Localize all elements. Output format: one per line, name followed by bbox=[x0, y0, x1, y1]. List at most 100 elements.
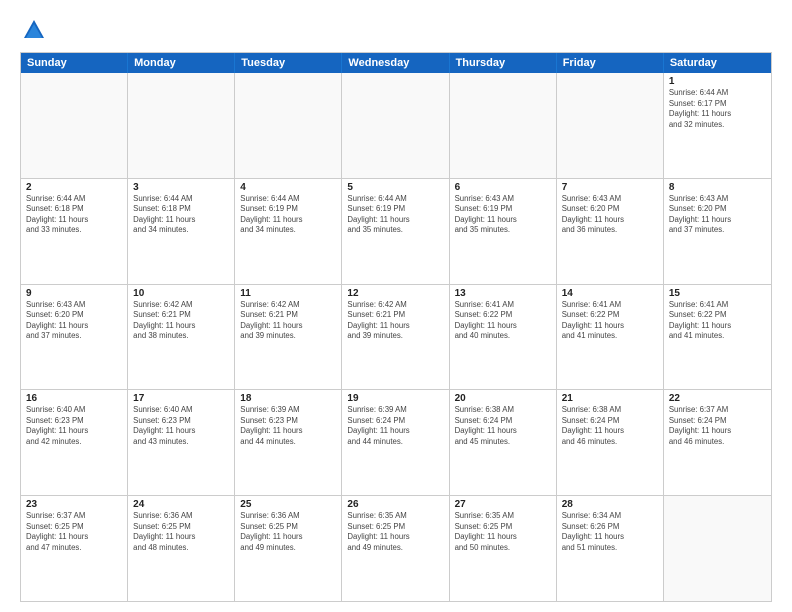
day-number-8: 8 bbox=[669, 182, 766, 193]
day-cell-27: 27Sunrise: 6:35 AM Sunset: 6:25 PM Dayli… bbox=[450, 496, 557, 601]
day-cell-7: 7Sunrise: 6:43 AM Sunset: 6:20 PM Daylig… bbox=[557, 179, 664, 284]
day-cell-5: 5Sunrise: 6:44 AM Sunset: 6:19 PM Daylig… bbox=[342, 179, 449, 284]
day-cell-26: 26Sunrise: 6:35 AM Sunset: 6:25 PM Dayli… bbox=[342, 496, 449, 601]
calendar-body: 1Sunrise: 6:44 AM Sunset: 6:17 PM Daylig… bbox=[21, 73, 771, 601]
day-number-7: 7 bbox=[562, 182, 658, 193]
day-number-14: 14 bbox=[562, 288, 658, 299]
day-info-19: Sunrise: 6:39 AM Sunset: 6:24 PM Dayligh… bbox=[347, 405, 443, 447]
day-number-12: 12 bbox=[347, 288, 443, 299]
day-number-24: 24 bbox=[133, 499, 229, 510]
day-number-10: 10 bbox=[133, 288, 229, 299]
day-cell-3: 3Sunrise: 6:44 AM Sunset: 6:18 PM Daylig… bbox=[128, 179, 235, 284]
day-number-15: 15 bbox=[669, 288, 766, 299]
day-info-12: Sunrise: 6:42 AM Sunset: 6:21 PM Dayligh… bbox=[347, 300, 443, 342]
logo-icon bbox=[20, 16, 48, 44]
day-cell-8: 8Sunrise: 6:43 AM Sunset: 6:20 PM Daylig… bbox=[664, 179, 771, 284]
day-number-19: 19 bbox=[347, 393, 443, 404]
day-info-2: Sunrise: 6:44 AM Sunset: 6:18 PM Dayligh… bbox=[26, 194, 122, 236]
day-cell-15: 15Sunrise: 6:41 AM Sunset: 6:22 PM Dayli… bbox=[664, 285, 771, 390]
header bbox=[20, 16, 772, 44]
day-info-4: Sunrise: 6:44 AM Sunset: 6:19 PM Dayligh… bbox=[240, 194, 336, 236]
day-info-1: Sunrise: 6:44 AM Sunset: 6:17 PM Dayligh… bbox=[669, 88, 766, 130]
day-info-5: Sunrise: 6:44 AM Sunset: 6:19 PM Dayligh… bbox=[347, 194, 443, 236]
day-number-3: 3 bbox=[133, 182, 229, 193]
day-info-28: Sunrise: 6:34 AM Sunset: 6:26 PM Dayligh… bbox=[562, 511, 658, 553]
day-info-7: Sunrise: 6:43 AM Sunset: 6:20 PM Dayligh… bbox=[562, 194, 658, 236]
calendar: SundayMondayTuesdayWednesdayThursdayFrid… bbox=[20, 52, 772, 602]
day-cell-28: 28Sunrise: 6:34 AM Sunset: 6:26 PM Dayli… bbox=[557, 496, 664, 601]
empty-cell-0-1 bbox=[128, 73, 235, 178]
header-cell-friday: Friday bbox=[557, 53, 664, 73]
day-info-16: Sunrise: 6:40 AM Sunset: 6:23 PM Dayligh… bbox=[26, 405, 122, 447]
day-number-17: 17 bbox=[133, 393, 229, 404]
header-cell-sunday: Sunday bbox=[21, 53, 128, 73]
day-number-25: 25 bbox=[240, 499, 336, 510]
day-cell-11: 11Sunrise: 6:42 AM Sunset: 6:21 PM Dayli… bbox=[235, 285, 342, 390]
day-info-6: Sunrise: 6:43 AM Sunset: 6:19 PM Dayligh… bbox=[455, 194, 551, 236]
day-number-11: 11 bbox=[240, 288, 336, 299]
day-cell-19: 19Sunrise: 6:39 AM Sunset: 6:24 PM Dayli… bbox=[342, 390, 449, 495]
day-number-5: 5 bbox=[347, 182, 443, 193]
header-cell-saturday: Saturday bbox=[664, 53, 771, 73]
day-info-22: Sunrise: 6:37 AM Sunset: 6:24 PM Dayligh… bbox=[669, 405, 766, 447]
logo bbox=[20, 16, 52, 44]
day-number-20: 20 bbox=[455, 393, 551, 404]
day-cell-20: 20Sunrise: 6:38 AM Sunset: 6:24 PM Dayli… bbox=[450, 390, 557, 495]
day-cell-25: 25Sunrise: 6:36 AM Sunset: 6:25 PM Dayli… bbox=[235, 496, 342, 601]
day-cell-22: 22Sunrise: 6:37 AM Sunset: 6:24 PM Dayli… bbox=[664, 390, 771, 495]
day-cell-1: 1Sunrise: 6:44 AM Sunset: 6:17 PM Daylig… bbox=[664, 73, 771, 178]
empty-cell-4-6 bbox=[664, 496, 771, 601]
day-number-23: 23 bbox=[26, 499, 122, 510]
empty-cell-0-3 bbox=[342, 73, 449, 178]
day-number-4: 4 bbox=[240, 182, 336, 193]
day-number-13: 13 bbox=[455, 288, 551, 299]
day-number-21: 21 bbox=[562, 393, 658, 404]
day-info-3: Sunrise: 6:44 AM Sunset: 6:18 PM Dayligh… bbox=[133, 194, 229, 236]
day-cell-18: 18Sunrise: 6:39 AM Sunset: 6:23 PM Dayli… bbox=[235, 390, 342, 495]
day-number-27: 27 bbox=[455, 499, 551, 510]
day-info-27: Sunrise: 6:35 AM Sunset: 6:25 PM Dayligh… bbox=[455, 511, 551, 553]
day-info-24: Sunrise: 6:36 AM Sunset: 6:25 PM Dayligh… bbox=[133, 511, 229, 553]
day-cell-13: 13Sunrise: 6:41 AM Sunset: 6:22 PM Dayli… bbox=[450, 285, 557, 390]
calendar-row-2: 9Sunrise: 6:43 AM Sunset: 6:20 PM Daylig… bbox=[21, 284, 771, 390]
calendar-row-1: 2Sunrise: 6:44 AM Sunset: 6:18 PM Daylig… bbox=[21, 178, 771, 284]
day-number-6: 6 bbox=[455, 182, 551, 193]
day-info-10: Sunrise: 6:42 AM Sunset: 6:21 PM Dayligh… bbox=[133, 300, 229, 342]
day-number-16: 16 bbox=[26, 393, 122, 404]
day-cell-23: 23Sunrise: 6:37 AM Sunset: 6:25 PM Dayli… bbox=[21, 496, 128, 601]
page: SundayMondayTuesdayWednesdayThursdayFrid… bbox=[0, 0, 792, 612]
day-number-28: 28 bbox=[562, 499, 658, 510]
day-cell-14: 14Sunrise: 6:41 AM Sunset: 6:22 PM Dayli… bbox=[557, 285, 664, 390]
day-cell-6: 6Sunrise: 6:43 AM Sunset: 6:19 PM Daylig… bbox=[450, 179, 557, 284]
day-info-11: Sunrise: 6:42 AM Sunset: 6:21 PM Dayligh… bbox=[240, 300, 336, 342]
day-cell-4: 4Sunrise: 6:44 AM Sunset: 6:19 PM Daylig… bbox=[235, 179, 342, 284]
day-info-14: Sunrise: 6:41 AM Sunset: 6:22 PM Dayligh… bbox=[562, 300, 658, 342]
day-cell-10: 10Sunrise: 6:42 AM Sunset: 6:21 PM Dayli… bbox=[128, 285, 235, 390]
calendar-row-3: 16Sunrise: 6:40 AM Sunset: 6:23 PM Dayli… bbox=[21, 389, 771, 495]
day-number-18: 18 bbox=[240, 393, 336, 404]
calendar-header-row: SundayMondayTuesdayWednesdayThursdayFrid… bbox=[21, 53, 771, 73]
day-cell-21: 21Sunrise: 6:38 AM Sunset: 6:24 PM Dayli… bbox=[557, 390, 664, 495]
day-info-15: Sunrise: 6:41 AM Sunset: 6:22 PM Dayligh… bbox=[669, 300, 766, 342]
day-info-20: Sunrise: 6:38 AM Sunset: 6:24 PM Dayligh… bbox=[455, 405, 551, 447]
day-cell-2: 2Sunrise: 6:44 AM Sunset: 6:18 PM Daylig… bbox=[21, 179, 128, 284]
empty-cell-0-4 bbox=[450, 73, 557, 178]
day-info-9: Sunrise: 6:43 AM Sunset: 6:20 PM Dayligh… bbox=[26, 300, 122, 342]
day-info-21: Sunrise: 6:38 AM Sunset: 6:24 PM Dayligh… bbox=[562, 405, 658, 447]
day-info-13: Sunrise: 6:41 AM Sunset: 6:22 PM Dayligh… bbox=[455, 300, 551, 342]
header-cell-monday: Monday bbox=[128, 53, 235, 73]
calendar-row-4: 23Sunrise: 6:37 AM Sunset: 6:25 PM Dayli… bbox=[21, 495, 771, 601]
header-cell-wednesday: Wednesday bbox=[342, 53, 449, 73]
day-cell-24: 24Sunrise: 6:36 AM Sunset: 6:25 PM Dayli… bbox=[128, 496, 235, 601]
day-info-23: Sunrise: 6:37 AM Sunset: 6:25 PM Dayligh… bbox=[26, 511, 122, 553]
header-cell-thursday: Thursday bbox=[450, 53, 557, 73]
day-number-26: 26 bbox=[347, 499, 443, 510]
empty-cell-0-2 bbox=[235, 73, 342, 178]
calendar-row-0: 1Sunrise: 6:44 AM Sunset: 6:17 PM Daylig… bbox=[21, 73, 771, 178]
day-info-25: Sunrise: 6:36 AM Sunset: 6:25 PM Dayligh… bbox=[240, 511, 336, 553]
empty-cell-0-0 bbox=[21, 73, 128, 178]
day-cell-17: 17Sunrise: 6:40 AM Sunset: 6:23 PM Dayli… bbox=[128, 390, 235, 495]
day-number-9: 9 bbox=[26, 288, 122, 299]
day-number-22: 22 bbox=[669, 393, 766, 404]
day-info-18: Sunrise: 6:39 AM Sunset: 6:23 PM Dayligh… bbox=[240, 405, 336, 447]
